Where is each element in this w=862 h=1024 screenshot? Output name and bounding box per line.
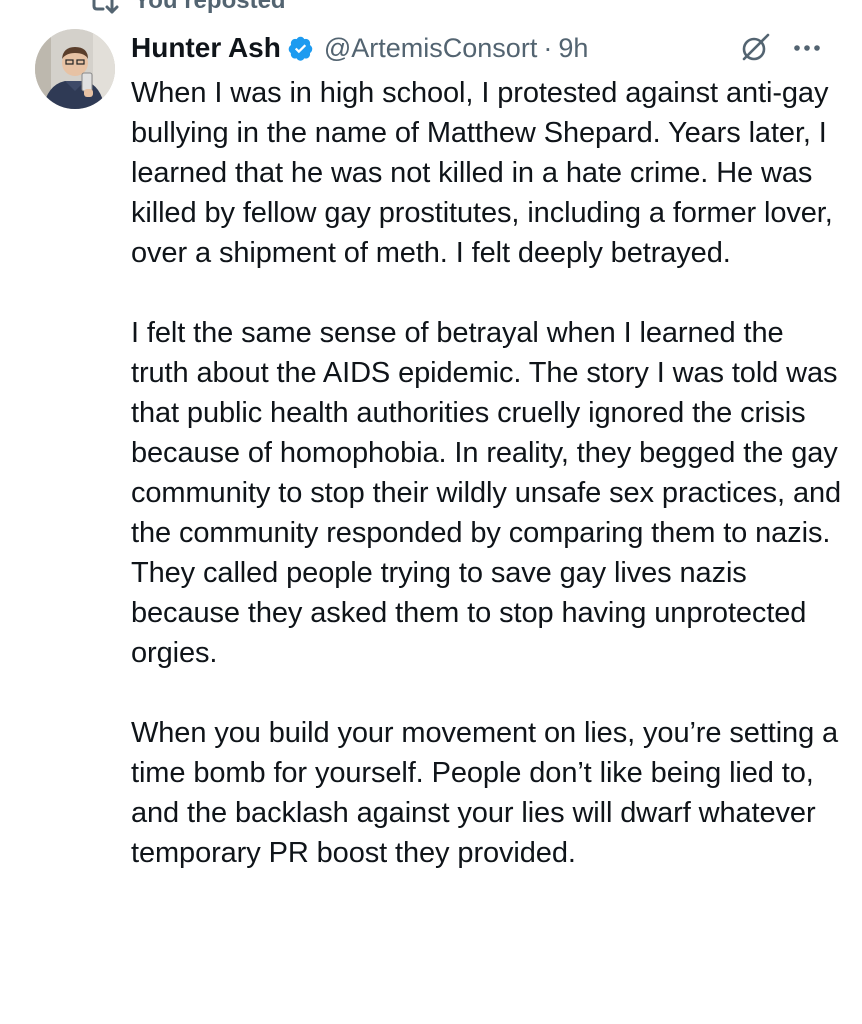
- tweet-header: Hunter Ash @ArtemisConsort · 9h: [131, 26, 842, 70]
- display-name[interactable]: Hunter Ash: [131, 32, 281, 64]
- author-handle[interactable]: @ArtemisConsort: [324, 33, 537, 64]
- post-time[interactable]: 9h: [558, 33, 588, 64]
- tweet-text: When I was in high school, I protested a…: [131, 73, 843, 913]
- avatar-image: [35, 29, 115, 109]
- separator-dot: ·: [543, 32, 553, 63]
- verified-badge-icon[interactable]: [287, 35, 314, 62]
- repost-icon: [86, 0, 120, 14]
- tweet-paragraph: I felt the same sense of betrayal when I…: [131, 317, 842, 669]
- repost-label: You reposted: [134, 0, 286, 14]
- grok-icon[interactable]: [738, 31, 772, 65]
- more-options-icon[interactable]: [790, 31, 824, 65]
- tweet-paragraph: When you build your movement on lies, yo…: [131, 717, 839, 869]
- tweet-paragraph: When I was in high school, I protested a…: [131, 77, 833, 269]
- repost-banner[interactable]: You reposted: [86, 0, 286, 16]
- avatar[interactable]: [35, 29, 115, 109]
